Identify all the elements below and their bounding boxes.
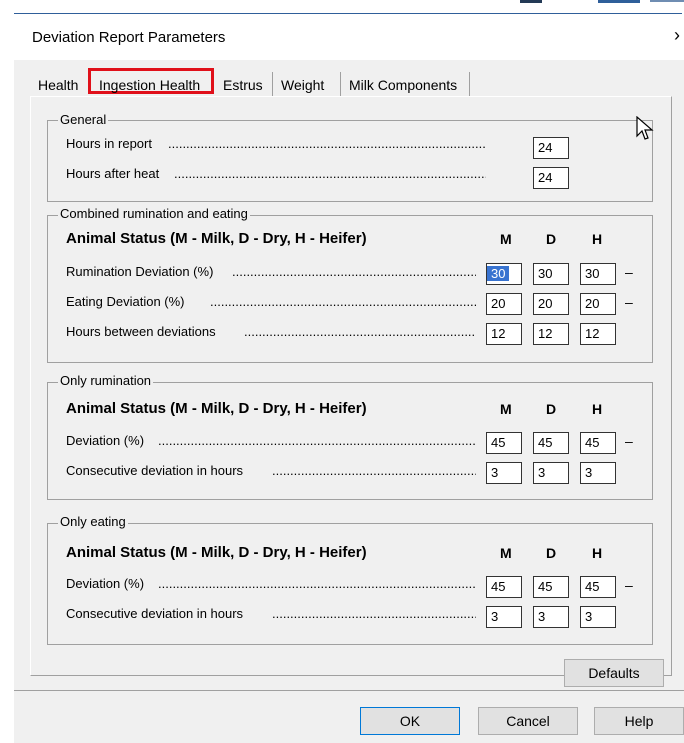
- leader-dots: ........................................…: [168, 136, 486, 151]
- tab-weight[interactable]: Weight: [277, 74, 328, 96]
- leader-dots: ........................................…: [158, 576, 476, 591]
- tab-milk-components[interactable]: Milk Components: [345, 74, 461, 96]
- rumination-consecutive-label: Consecutive deviation in hours: [66, 463, 244, 478]
- background-strip: [650, 0, 684, 2]
- only-eating-consecutive-m-input[interactable]: 3: [486, 606, 522, 628]
- col-m-header: M: [500, 545, 512, 561]
- eating-consecutive-label: Consecutive deviation in hours: [66, 606, 244, 621]
- col-d-header: D: [546, 545, 557, 561]
- leader-dots: ........................................…: [210, 294, 476, 309]
- defaults-button[interactable]: Defaults: [564, 659, 664, 687]
- hours-between-d-input[interactable]: 12: [533, 323, 569, 345]
- help-button[interactable]: Help: [594, 707, 684, 735]
- leader-dots: ........................................…: [232, 264, 476, 279]
- dash-mark: –: [625, 433, 633, 449]
- eating-deviation-d-input[interactable]: 20: [533, 293, 569, 315]
- general-group: [47, 120, 653, 202]
- hours-after-heat-input[interactable]: 24: [533, 167, 569, 189]
- only-rumination-deviation-m-input[interactable]: 45: [486, 432, 522, 454]
- col-h-header: H: [592, 231, 603, 247]
- only-eating-deviation-m-input[interactable]: 45: [486, 576, 522, 598]
- leader-dots: ........................................…: [174, 166, 486, 181]
- dash-mark: –: [625, 264, 633, 280]
- only-rumination-consecutive-m-input[interactable]: 3: [486, 462, 522, 484]
- only-eating-deviation-d-input[interactable]: 45: [533, 576, 569, 598]
- close-icon[interactable]: ›: [674, 25, 680, 46]
- col-d-header: D: [546, 401, 557, 417]
- status-header: Animal Status (M - Milk, D - Dry, H - He…: [66, 400, 367, 417]
- only-eating-deviation-h-input[interactable]: 45: [580, 576, 616, 598]
- rumination-deviation-h-input[interactable]: 30: [580, 263, 616, 285]
- hours-between-label: Hours between deviations: [66, 324, 216, 339]
- background-strip: [598, 0, 640, 3]
- eating-deviation-h-input[interactable]: 20: [580, 293, 616, 315]
- rumination-deviation-pct-label: Deviation (%): [66, 433, 145, 448]
- col-h-header: H: [592, 545, 603, 561]
- col-h-header: H: [592, 401, 603, 417]
- dash-mark: –: [625, 577, 633, 593]
- status-header: Animal Status (M - Milk, D - Dry, H - He…: [66, 230, 367, 247]
- only-eating-consecutive-h-input[interactable]: 3: [580, 606, 616, 628]
- hours-between-m-input[interactable]: 12: [486, 323, 522, 345]
- leader-dots: ........................................…: [244, 324, 476, 339]
- combined-group-label: Combined rumination and eating: [58, 206, 250, 221]
- eating-deviation-pct-label: Deviation (%): [66, 576, 145, 591]
- background-strip: [520, 0, 542, 3]
- general-group-label: General: [58, 112, 109, 127]
- ok-button[interactable]: OK: [360, 707, 460, 735]
- eating-deviation-label: Eating Deviation (%): [66, 294, 185, 309]
- dash-mark: –: [625, 294, 633, 310]
- rumination-deviation-d-input[interactable]: 30: [533, 263, 569, 285]
- only-eating-consecutive-d-input[interactable]: 3: [533, 606, 569, 628]
- selected-text: 30: [487, 266, 510, 281]
- only-rumination-consecutive-h-input[interactable]: 3: [580, 462, 616, 484]
- only-eating-group-label: Only eating: [58, 514, 128, 529]
- only-rumination-deviation-d-input[interactable]: 45: [533, 432, 569, 454]
- hours-after-heat-label: Hours after heat: [66, 166, 160, 181]
- tab-separator: [272, 72, 273, 98]
- only-rumination-consecutive-d-input[interactable]: 3: [533, 462, 569, 484]
- tab-separator: [469, 72, 470, 98]
- tab-ingestion-health[interactable]: Ingestion Health: [95, 74, 204, 96]
- rumination-deviation-label: Rumination Deviation (%): [66, 264, 214, 279]
- col-d-header: D: [546, 231, 557, 247]
- mouse-cursor-icon: [636, 116, 654, 140]
- col-m-header: M: [500, 401, 512, 417]
- dialog-button-bar: [14, 690, 684, 743]
- leader-dots: ........................................…: [158, 433, 476, 448]
- status-header: Animal Status (M - Milk, D - Dry, H - He…: [66, 544, 367, 561]
- leader-dots: ........................................…: [272, 606, 476, 621]
- only-rumination-group-label: Only rumination: [58, 373, 154, 388]
- cancel-button[interactable]: Cancel: [478, 707, 578, 735]
- tab-health[interactable]: Health: [34, 74, 82, 96]
- hours-in-report-label: Hours in report: [66, 136, 152, 151]
- dialog-title: Deviation Report Parameters: [32, 29, 226, 46]
- hours-in-report-input[interactable]: 24: [533, 137, 569, 159]
- hours-between-h-input[interactable]: 12: [580, 323, 616, 345]
- col-m-header: M: [500, 231, 512, 247]
- tab-estrus[interactable]: Estrus: [219, 74, 267, 96]
- leader-dots: ........................................…: [272, 463, 476, 478]
- only-rumination-deviation-h-input[interactable]: 45: [580, 432, 616, 454]
- tab-separator: [340, 72, 341, 98]
- rumination-deviation-m-input[interactable]: 30: [486, 263, 522, 285]
- eating-deviation-m-input[interactable]: 20: [486, 293, 522, 315]
